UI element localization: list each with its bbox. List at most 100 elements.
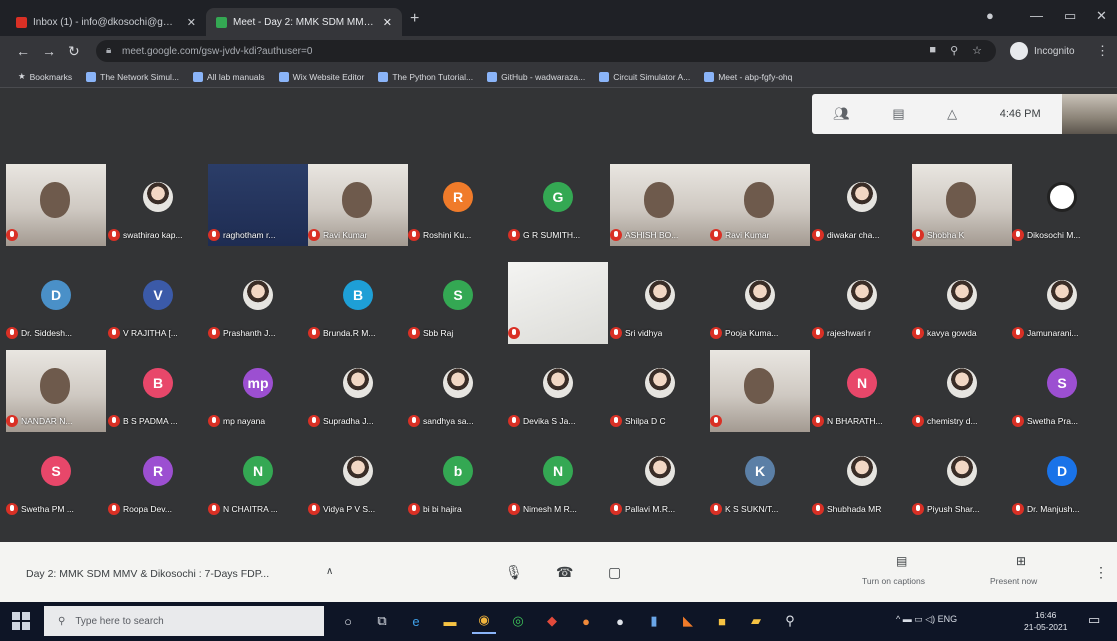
app-icon[interactable]: ▰ [744,608,768,634]
participant-tile[interactable]: Supradha J... [308,350,408,432]
more-options-icon[interactable]: ⋮ [1094,564,1108,581]
microphone-icon[interactable]: 🎙︎ [505,564,523,581]
participant-tile[interactable]: N N BHARATH... [812,350,912,432]
camera-icon[interactable]: ■ [929,44,936,57]
bookmark-item[interactable]: The Network Simul... [86,71,179,82]
tab-inbox[interactable]: Inbox (1) - info@dkosochi@gmail... ✕ [6,8,206,36]
forward-arrow-icon[interactable]: → [42,43,56,59]
whatsapp-icon[interactable]: ◎ [506,608,530,634]
participant-tile[interactable]: Prashanth J... [208,262,308,344]
chrome-icon[interactable]: ◉ [472,608,496,634]
profile-button[interactable]: Incognito [1010,41,1075,61]
participant-tile[interactable]: Ravi Kumar [308,164,408,246]
present-label[interactable]: Present now [990,576,1037,586]
participant-tile[interactable]: Piyush Shar... [912,438,1012,520]
close-tab-icon[interactable]: ✕ [383,16,392,29]
bookmark-item[interactable]: Circuit Simulator A... [599,71,690,82]
hang-up-icon[interactable]: ☎︎ [556,564,573,581]
participant-tile[interactable]: Dikosochi M... [1012,164,1112,246]
participant-tile[interactable]: K K S SUKN/T... [710,438,810,520]
app-icon[interactable]: ⚲ [778,608,802,634]
bookmark-item[interactable]: All lab manuals [193,71,265,82]
participant-tile[interactable]: N Nimesh M R... [508,438,608,520]
chevron-up-icon[interactable]: ∧ [326,566,333,577]
participant-tile[interactable]: mp mp nayana [208,350,308,432]
close-tab-icon[interactable]: ✕ [187,16,196,29]
participant-tile[interactable]: G G R SUMITH... [508,164,608,246]
new-tab-button[interactable]: + [410,10,419,28]
address-bar[interactable]: 🔒︎ meet.google.com/gsw-jvdv-kdi?authuser… [96,40,996,62]
participant-tile[interactable]: chemistry d... [912,350,1012,432]
participant-tile[interactable] [508,262,608,344]
participant-tile[interactable]: swathirao kap... [108,164,208,246]
captions-icon[interactable]: ▤ [896,554,907,568]
app-icon[interactable]: ◆ [540,608,564,634]
participant-tile[interactable]: B B S PADMA ... [108,350,208,432]
reload-icon[interactable]: ↻ [68,43,80,60]
captions-label[interactable]: Turn on captions [862,576,925,586]
participant-tile[interactable]: ASHISH BO... [610,164,710,246]
minimize-window-button[interactable]: — [1030,8,1043,23]
participant-tile[interactable]: Shobha K [912,164,1012,246]
participant-tile[interactable]: V V RAJITHA [... [108,262,208,344]
taskbar-clock[interactable]: 16:46 21-05-2021 [1024,609,1067,633]
chat-icon[interactable]: ▤ [892,106,904,122]
notifications-icon[interactable]: ▭ [1088,612,1100,628]
participant-tile[interactable]: S Swetha PM ... [6,438,106,520]
bookmark-item[interactable]: Wix Website Editor [278,71,364,82]
bookmark-item[interactable]: The Python Tutorial... [378,71,473,82]
app-icon[interactable]: ◣ [676,608,700,634]
app-icon[interactable]: ■ [710,608,734,634]
activities-icon[interactable]: △ [947,106,957,122]
participant-tile[interactable]: Devika S Ja... [508,350,608,432]
participant-tile[interactable]: rajeshwari r [812,262,912,344]
participant-tile[interactable]: Shubhada MR [812,438,912,520]
participant-tile[interactable]: Pallavi M.R... [610,438,710,520]
firefox-icon[interactable]: ● [574,608,598,634]
participant-tile[interactable]: R Roshini Ku... [408,164,508,246]
camera-toggle-icon[interactable]: ▢ [608,564,621,581]
windows-start-icon[interactable] [12,612,30,630]
participant-tile[interactable]: Vidya P V S... [308,438,408,520]
participant-tile[interactable] [710,350,810,432]
participant-tile[interactable]: S Sbb Raj [408,262,508,344]
meeting-title[interactable]: Day 2: MMK SDM MMV & Dikosochi : 7-Days … [26,568,269,580]
back-arrow-icon[interactable]: ← [16,43,30,59]
bookmark-item[interactable]: ★ Bookmarks [18,71,72,82]
present-icon[interactable]: ⊞ [1016,554,1026,568]
task-view-icon[interactable]: ⧉ [370,608,394,634]
bookmark-item[interactable]: Meet - abp-fgfy-ohq [704,71,792,82]
participant-tile[interactable]: N N CHAITRA ... [208,438,308,520]
participant-tile[interactable]: b bi bi hajira [408,438,508,520]
participant-tile[interactable]: R Roopa Dev... [108,438,208,520]
zoom-icon[interactable]: ⚲ [950,44,958,57]
participant-tile[interactable]: Pooja Kuma... [710,262,810,344]
taskbar-search[interactable]: ⚲ Type here to search [44,606,324,636]
system-tray[interactable]: ^ ▬ ▭ ◁) ENG [896,614,957,625]
maximize-window-button[interactable]: ▭ [1064,8,1076,24]
file-explorer-icon[interactable]: ▬ [438,608,462,634]
close-window-button[interactable]: ✕ [1096,8,1107,24]
participant-tile[interactable]: D Dr. Siddesh... [6,262,106,344]
participant-tile[interactable]: raghotham r... [208,164,308,246]
menu-dots-icon[interactable]: ⋮ [1096,43,1109,59]
participant-tile[interactable]: diwakar cha... [812,164,912,246]
app-icon[interactable]: ▮ [642,608,666,634]
participant-tile[interactable]: Shilpa D C [610,350,710,432]
bookmark-item[interactable]: GitHub - wadwaraza... [487,71,585,82]
edge-icon[interactable]: e [404,608,428,634]
self-view-video[interactable] [1062,94,1117,134]
tab-meet[interactable]: Meet - Day 2: MMK SDM MMV... ✕ [206,8,402,36]
participant-tile[interactable]: Sri vidhya [610,262,710,344]
participant-tile[interactable]: sandhya sa... [408,350,508,432]
app-icon[interactable]: ● [608,608,632,634]
people-icon[interactable]: 👥︎ [833,106,850,122]
participant-tile[interactable]: D Dr. Manjush... [1012,438,1112,520]
participant-tile[interactable] [6,164,106,246]
participant-tile[interactable]: kavya gowda [912,262,1012,344]
participant-tile[interactable]: S Swetha Pra... [1012,350,1112,432]
cortana-icon[interactable]: ○ [336,608,360,634]
star-icon[interactable]: ☆ [972,44,982,57]
participant-tile[interactable]: NANDAR N... [6,350,106,432]
participant-tile[interactable]: Ravi Kumar [710,164,810,246]
